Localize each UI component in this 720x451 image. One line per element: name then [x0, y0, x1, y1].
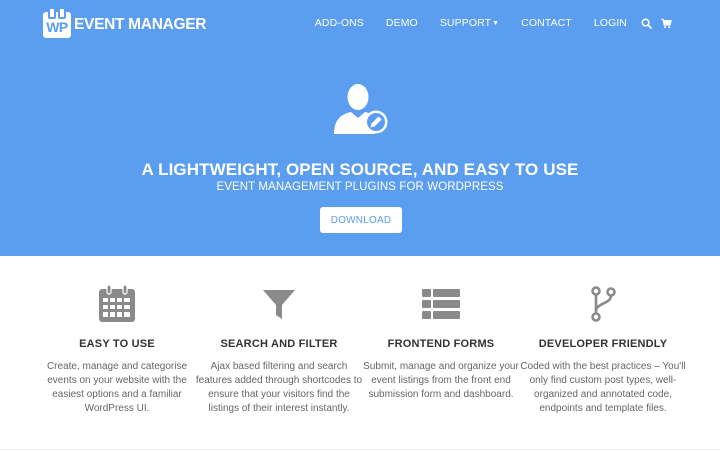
user-edit-icon	[334, 84, 388, 134]
filter-icon	[263, 290, 295, 319]
feature-description: Create, manage and categorise events on …	[46, 361, 188, 414]
calendar-icon	[99, 284, 135, 322]
feature-description: Ajax based filtering and search features…	[195, 361, 363, 414]
code-branch-icon	[591, 286, 616, 322]
site-logo[interactable]: WP EVENT MANAGER	[43, 7, 207, 39]
nav-item-add-ons[interactable]: ADD-ONS	[315, 17, 364, 29]
hero-title: A LIGHTWEIGHT, OPEN SOURCE, AND EASY TO …	[141, 160, 579, 179]
feature-title: DEVELOPER FRIENDLY	[538, 338, 668, 350]
nav-item-contact[interactable]: CONTACT	[521, 17, 572, 29]
hero-subtitle: EVENT MANAGEMENT PLUGINS FOR WORDPRESS	[216, 181, 504, 193]
feature-description: Coded with the best practices – You'll o…	[520, 361, 686, 414]
hero-section: WP EVENT MANAGER ADD-ONS DEMO SUPPORT▼ C…	[0, 0, 720, 256]
logo-badge-text: WP	[46, 18, 68, 35]
feature-title: FRONTEND FORMS	[387, 338, 495, 350]
main-nav: ADD-ONS DEMO SUPPORT▼ CONTACT LOGIN	[293, 15, 672, 31]
feature-title: EASY TO USE	[79, 338, 155, 350]
search-icon[interactable]	[641, 18, 652, 29]
divider	[0, 449, 720, 450]
list-icon	[422, 289, 460, 319]
download-button[interactable]: DOWNLOAD	[320, 207, 402, 233]
feature-title: SEARCH AND FILTER	[220, 338, 338, 350]
nav-item-login[interactable]: LOGIN	[594, 17, 627, 29]
logo-badge: WP	[43, 7, 71, 38]
features-section: EASY TO USE Create, manage and categoris…	[0, 256, 720, 451]
nav-item-support-label: SUPPORT	[439, 17, 492, 29]
caret-down-icon: ▼	[492, 20, 500, 27]
cart-icon[interactable]	[661, 18, 672, 29]
nav-item-demo[interactable]: DEMO	[386, 17, 418, 29]
logo-text: EVENT MANAGER	[74, 16, 207, 33]
nav-item-support[interactable]: SUPPORT▼	[440, 17, 499, 29]
feature-description: Submit, manage and organize your event l…	[363, 361, 519, 400]
